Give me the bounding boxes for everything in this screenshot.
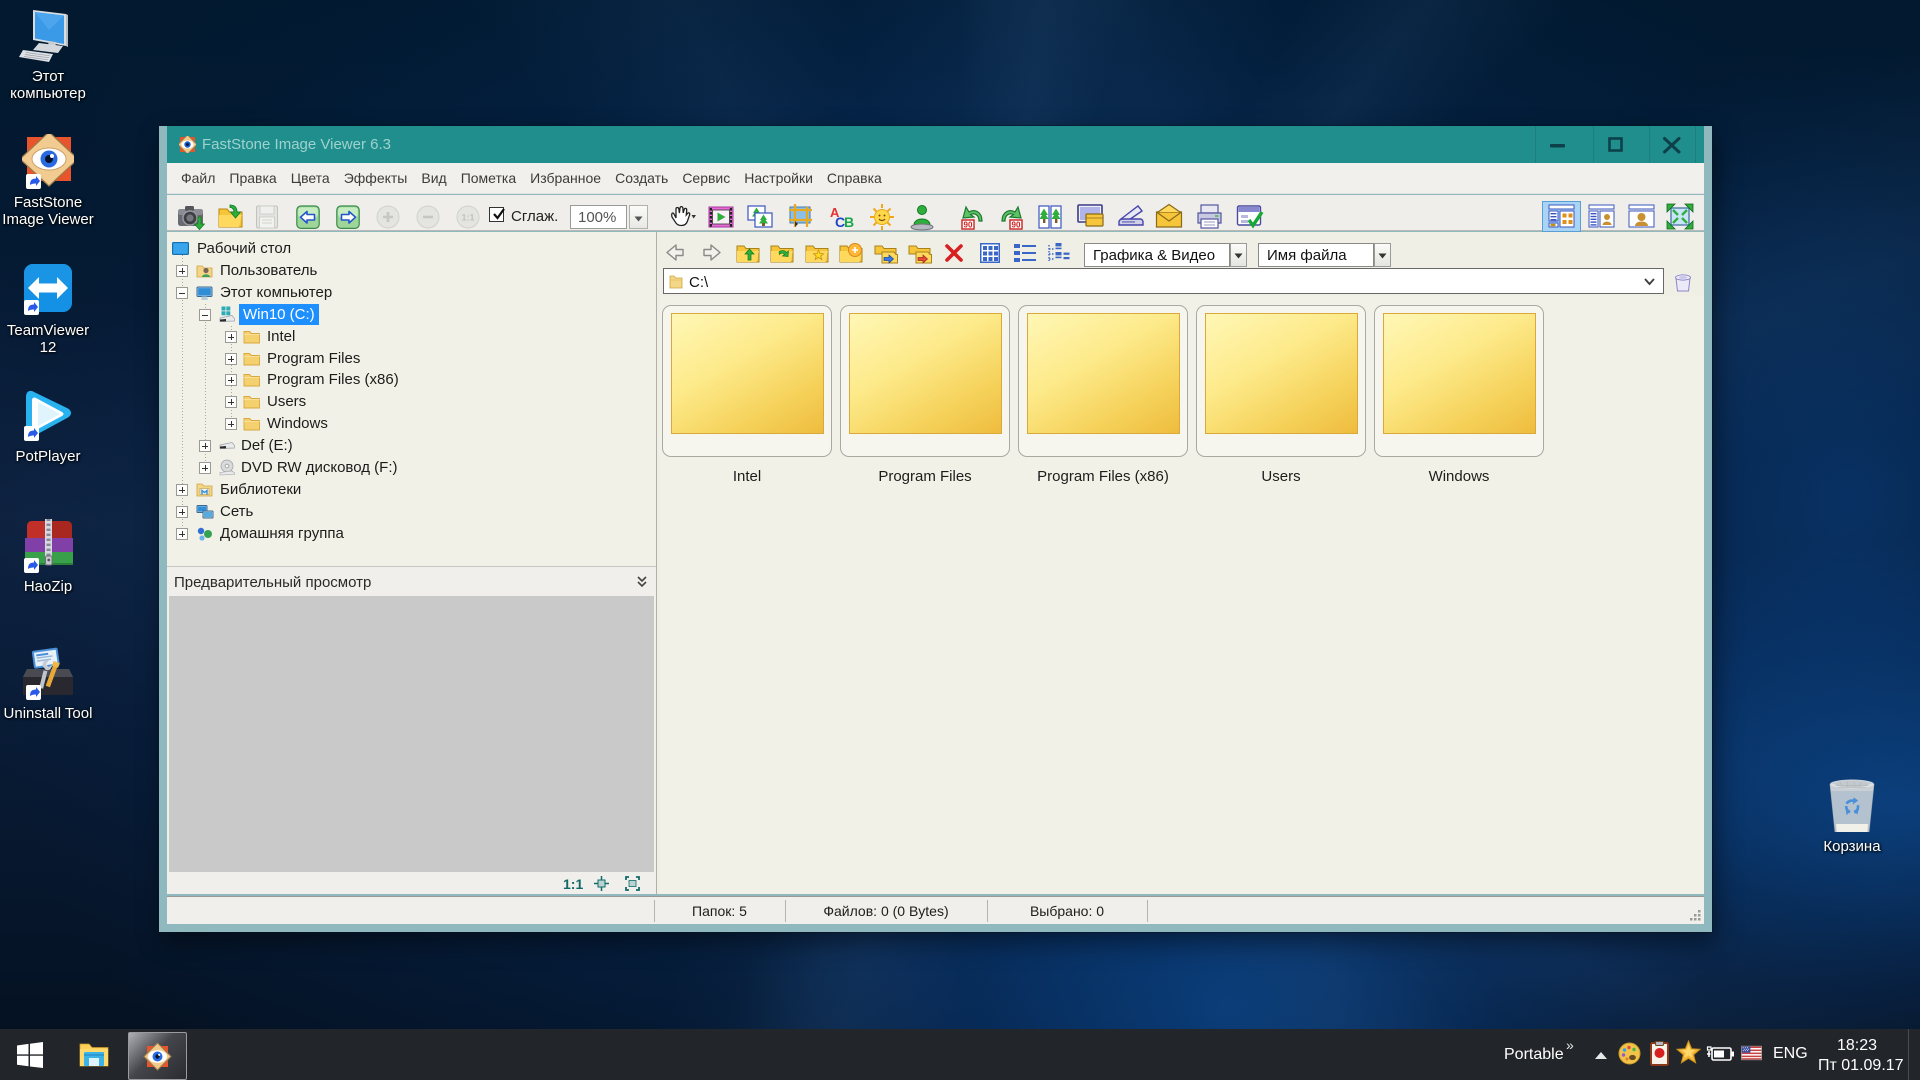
svg-text:90: 90	[964, 221, 973, 230]
svg-text:1:1: 1:1	[461, 213, 474, 223]
svg-text:90: 90	[1012, 221, 1021, 230]
svg-text:B: B	[844, 214, 854, 230]
